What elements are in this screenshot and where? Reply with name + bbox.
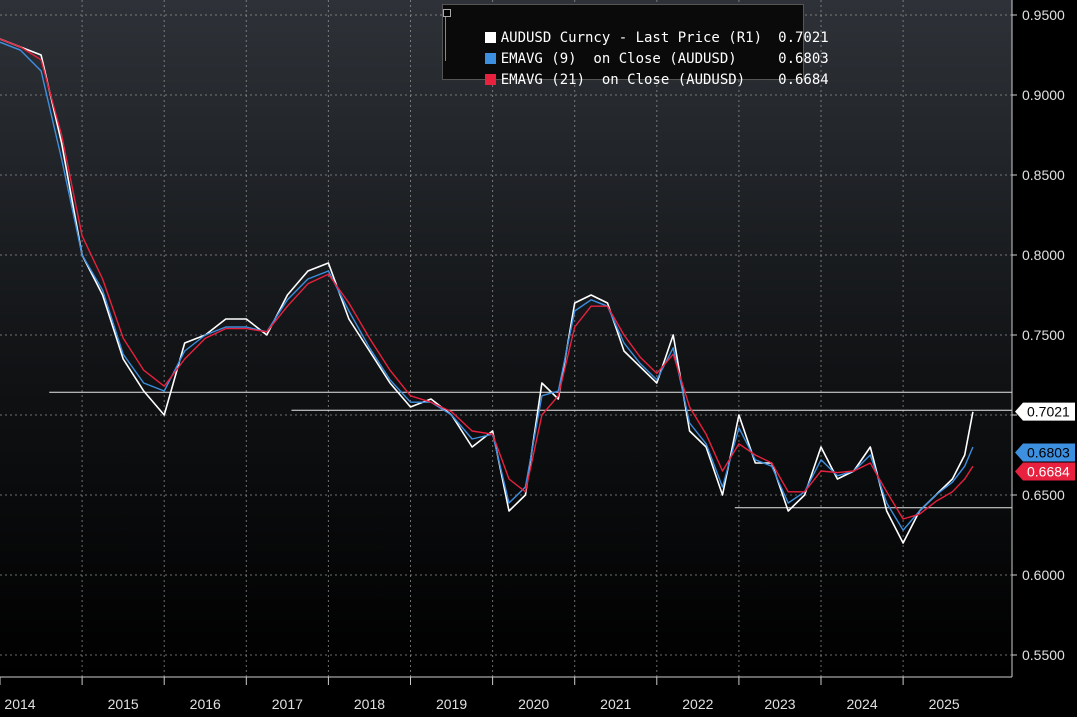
legend-value: 0.6684	[778, 72, 829, 88]
y-tick-label: 0.7500	[1022, 327, 1065, 343]
legend-item-ema9[interactable]: EMAVG (9) on Close (AUDUSD) 0.6803	[451, 32, 829, 67]
legend: AUDUSD Curncy - Last Price (R1) 0.7021 EM…	[442, 4, 829, 88]
legend-item-ema21[interactable]: EMAVG (21) on Close (AUDUSD) 0.6684	[451, 53, 829, 88]
x-tick-labels: 2014 2015 2016 2017 2018 2019 2020 2021 2022 2023…	[0, 677, 960, 712]
y-tick-label: 0.9000	[1022, 87, 1065, 103]
chart: 0.95000.90000.85000.80000.75000.70000.65…	[0, 0, 1075, 712]
y-tick-labels: 0.95000.90000.85000.80000.75000.70000.65…	[1012, 7, 1065, 663]
y-tick-label: 0.8500	[1022, 167, 1065, 183]
x-tick-label: 2015	[108, 696, 139, 712]
x-tick-label: 2021	[600, 696, 631, 712]
x-tick-label: 2014	[4, 696, 35, 712]
collapse-icon[interactable]	[443, 9, 451, 17]
red-swatch-icon	[484, 74, 496, 85]
last-value-label: 0.6803	[1027, 445, 1070, 461]
last-value-label: 0.6684	[1027, 464, 1070, 480]
last-value-label: 0.7021	[1027, 404, 1070, 420]
x-tick-label: 2016	[190, 696, 221, 712]
x-tick-label: 2020	[518, 696, 549, 712]
x-tick-label: 2017	[272, 696, 303, 712]
last-value-badges: 0.7021 0.6803 0.6684	[1015, 402, 1075, 481]
y-tick-label: 0.5500	[1022, 647, 1065, 663]
y-tick-label: 0.6000	[1022, 567, 1065, 583]
x-tick-label: 2025	[929, 696, 960, 712]
x-tick-label: 2022	[682, 696, 713, 712]
legend-item-last-price[interactable]: AUDUSD Curncy - Last Price (R1) 0.7021	[451, 11, 829, 46]
y-tick-label: 0.6500	[1022, 487, 1065, 503]
x-tick-label: 2019	[436, 696, 467, 712]
x-tick-label: 2018	[354, 696, 385, 712]
y-tick-label: 0.9500	[1022, 7, 1065, 23]
x-tick-label: 2023	[764, 696, 795, 712]
x-tick-label: 2024	[846, 696, 877, 712]
y-tick-label: 0.8000	[1022, 247, 1065, 263]
legend-label: EMAVG (21) on Close (AUDUSD)	[500, 72, 746, 88]
